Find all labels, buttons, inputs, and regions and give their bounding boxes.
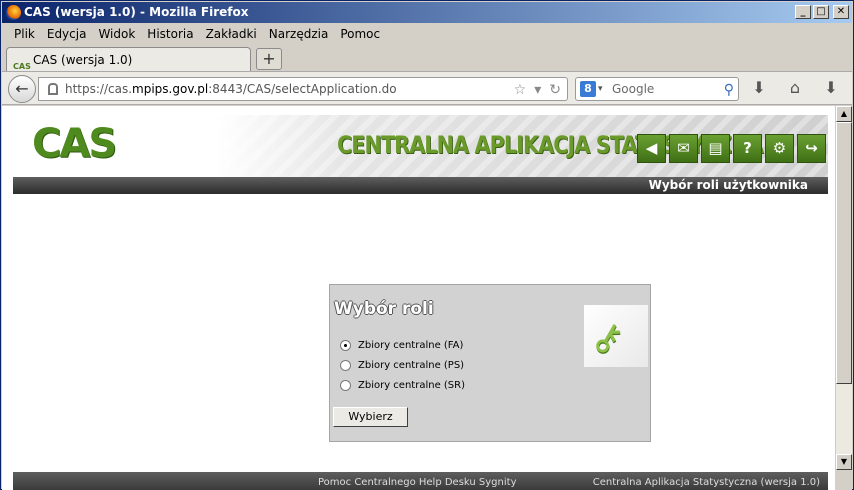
footer-version: Centralna Aplikacja Statystyczna (wersja… <box>592 477 820 488</box>
section-title: Wybór roli użytkownika <box>648 178 808 192</box>
footer-help-link[interactable]: Pomoc Centralnego Help Desku Sygnity <box>318 472 516 490</box>
back-button[interactable]: ← <box>8 75 36 103</box>
menu-bookmarks[interactable]: Zakładki <box>200 24 263 44</box>
header-banner: CAS CENTRALNA APLIKACJA STATYSTYCZNA ◀ ✉… <box>13 115 828 177</box>
menu-file[interactable]: Plik <box>8 24 41 44</box>
tab-strip: CAS CAS (wersja 1.0) + <box>2 44 852 72</box>
downloads-icon[interactable]: ⬇ <box>748 78 770 97</box>
section-bar: Wybór roli użytkownika <box>13 177 828 194</box>
new-tab-button[interactable]: + <box>256 48 282 70</box>
menu-help[interactable]: Pomoc <box>334 24 386 44</box>
menu-bar: Plik Edycja Widok Historia Zakładki Narz… <box>2 24 852 44</box>
role-selection-panel: Wybór roli ⚷ Zbiory centralne (FA) Zbior… <box>329 284 651 442</box>
role-option-fa[interactable]: Zbiory centralne (FA) <box>340 340 463 351</box>
radio-fa[interactable] <box>340 340 351 351</box>
scroll-down-icon[interactable]: ▼ <box>836 454 852 470</box>
search-engine-caret-icon[interactable]: ▾ <box>598 78 603 100</box>
mail-icon[interactable]: ✉ <box>669 134 698 163</box>
menu-edit[interactable]: Edycja <box>41 24 93 44</box>
firefox-icon <box>6 5 21 20</box>
role-label-ps: Zbiory centralne (PS) <box>358 360 465 371</box>
lock-icon <box>48 83 58 95</box>
role-label-fa: Zbiory centralne (FA) <box>358 340 464 351</box>
panel-title: Wybór roli <box>334 299 434 319</box>
role-label-sr: Zbiory centralne (SR) <box>358 380 465 391</box>
help-icon[interactable]: ? <box>733 134 762 163</box>
browser-window: CAS (wersja 1.0) - Mozilla Firefox _ □ ✕… <box>0 0 854 490</box>
search-icon[interactable]: ⚲ <box>724 79 734 101</box>
tab-title: CAS (wersja 1.0) <box>33 53 133 67</box>
header-toolbar: ◀ ✉ ▤ ? ⚙ ↪ <box>637 134 826 163</box>
radio-sr[interactable] <box>340 380 351 391</box>
url-bar[interactable]: https://cas.mpips.gov.pl:8443/CAS/select… <box>38 77 568 101</box>
vertical-scrollbar[interactable]: ▲ ▼ <box>835 106 852 470</box>
google-icon[interactable]: 8 <box>580 81 596 97</box>
title-bar: CAS (wersja 1.0) - Mozilla Firefox _ □ ✕ <box>2 2 852 23</box>
url-suffix: :8443/CAS/selectApplication.do <box>208 82 397 96</box>
exit-icon[interactable]: ↪ <box>797 134 826 163</box>
key-image: ⚷ <box>584 305 648 367</box>
dropdown-arrow-icon[interactable]: ▾ <box>534 79 541 101</box>
close-button[interactable]: ✕ <box>833 5 849 19</box>
cas-logo: CAS <box>32 121 117 167</box>
menu-view[interactable]: Widok <box>92 24 141 44</box>
navigation-bar: ← https://cas.mpips.gov.pl:8443/CAS/sele… <box>2 71 852 105</box>
scroll-thumb[interactable] <box>836 122 852 384</box>
download-arrow-icon[interactable]: ⬇ <box>820 78 842 97</box>
bookmark-star-icon[interactable]: ☆ <box>514 79 527 101</box>
key-icon: ⚷ <box>584 310 631 364</box>
tab-cas[interactable]: CAS CAS (wersja 1.0) <box>6 47 251 72</box>
footer-bar: Pomoc Centralnego Help Desku Sygnity Cen… <box>13 472 828 490</box>
menu-tools[interactable]: Narzędzia <box>263 24 335 44</box>
home-icon[interactable]: ⌂ <box>784 78 806 97</box>
url-prefix: https://cas. <box>65 82 133 96</box>
window-title: CAS (wersja 1.0) - Mozilla Firefox <box>24 5 249 19</box>
maximize-button[interactable]: □ <box>813 5 829 19</box>
url-domain: mpips.gov.pl <box>132 82 209 96</box>
back-icon[interactable]: ◀ <box>637 134 666 163</box>
role-option-ps[interactable]: Zbiory centralne (PS) <box>340 360 464 371</box>
resize-grip[interactable] <box>835 470 852 490</box>
role-option-sr[interactable]: Zbiory centralne (SR) <box>340 380 465 391</box>
select-button[interactable]: Wybierz <box>333 407 408 427</box>
radio-ps[interactable] <box>340 360 351 371</box>
search-placeholder: Google <box>612 82 655 96</box>
settings-icon[interactable]: ⚙ <box>765 134 794 163</box>
page-content: CAS CENTRALNA APLIKACJA STATYSTYCZNA ◀ ✉… <box>2 106 835 490</box>
minimize-button[interactable]: _ <box>795 5 811 19</box>
back-arrow-icon: ← <box>15 79 29 98</box>
document-icon[interactable]: ▤ <box>701 134 730 163</box>
reload-icon[interactable]: ↻ <box>549 79 561 101</box>
menu-history[interactable]: Historia <box>141 24 199 44</box>
scroll-up-icon[interactable]: ▲ <box>836 106 852 122</box>
search-box[interactable]: 8 ▾ Google ⚲ <box>575 77 739 101</box>
